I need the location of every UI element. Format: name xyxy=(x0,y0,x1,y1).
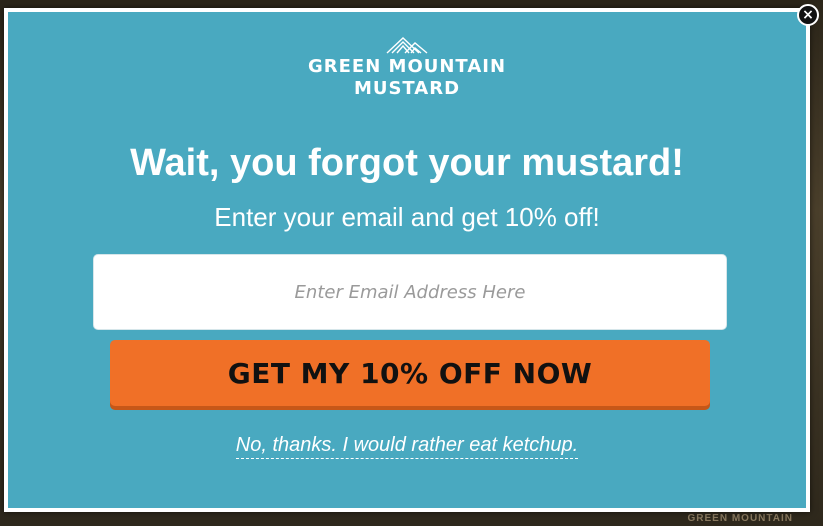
popup-subhead: Enter your email and get 10% off! xyxy=(214,202,600,232)
background-brand-text: GREEN MOUNTAIN xyxy=(687,513,793,524)
email-input[interactable] xyxy=(93,254,727,330)
decline-link[interactable]: No, thanks. I would rather eat ketchup. xyxy=(235,434,579,459)
brand-name-line2: MUSTARD xyxy=(353,78,461,99)
email-popup-modal: GREEN MOUNTAIN MUSTARD Wait, you forgot … xyxy=(4,8,810,512)
brand-name-line1: GREEN MOUNTAIN xyxy=(307,56,507,77)
brand-logo: GREEN MOUNTAIN MUSTARD xyxy=(8,36,806,100)
decline-link-container: No, thanks. I would rather eat ketchup. xyxy=(8,434,806,459)
popup-headline: Wait, you forgot your mustard! xyxy=(130,142,684,184)
mountain-icon xyxy=(386,37,428,54)
get-discount-button[interactable]: GET MY 10% OFF NOW xyxy=(110,340,710,406)
close-icon[interactable]: × xyxy=(797,4,819,26)
